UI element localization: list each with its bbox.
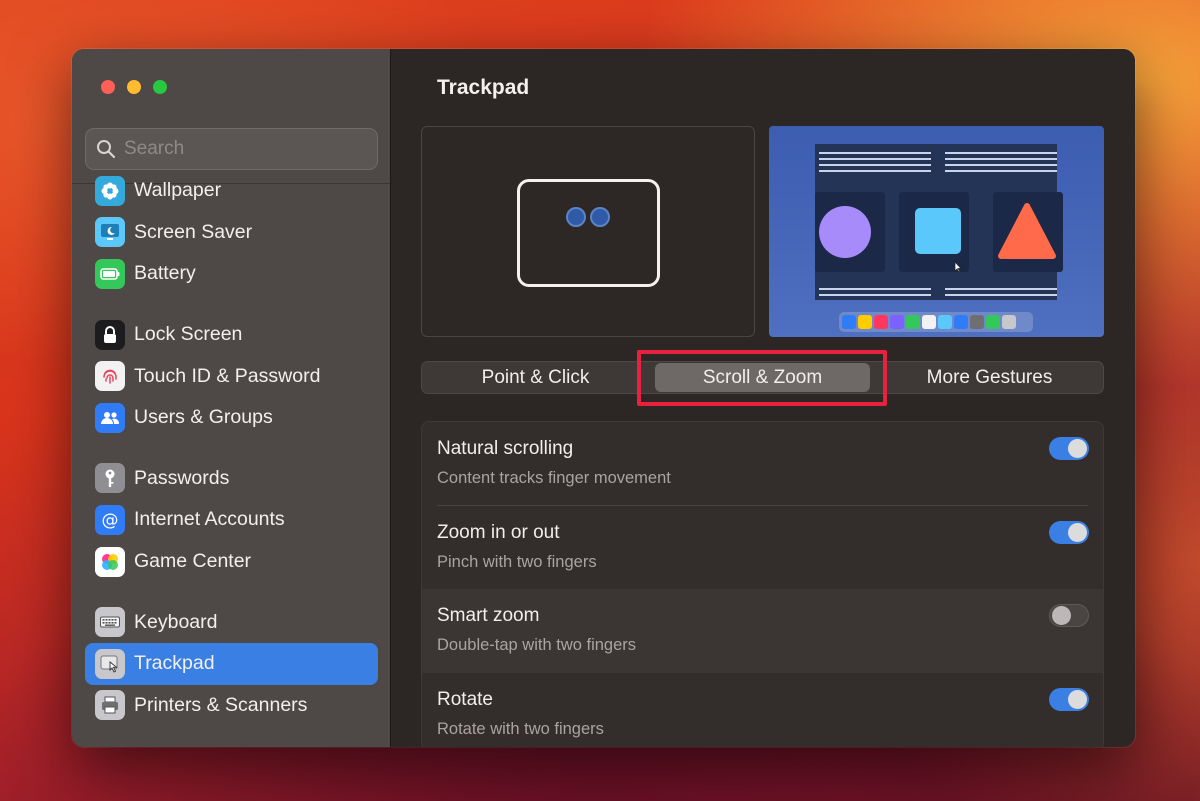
sidebar-item-label: Battery — [134, 262, 196, 285]
tab-scroll-zoom-wrapper: Scroll & Zoom — [649, 362, 876, 393]
search-input[interactable] — [124, 138, 364, 160]
setting-title: Smart zoom — [437, 605, 540, 626]
minimize-window-button[interactable] — [127, 80, 141, 94]
settings-window: Wallpaper Screen Saver Battery Lock Scre… — [72, 49, 1135, 747]
settings-list: Natural scrolling Content tracks finger … — [421, 421, 1104, 747]
sidebar-item-touch-id[interactable]: Touch ID & Password — [85, 355, 378, 397]
trackpad-illustration — [517, 179, 660, 287]
sidebar-item-label: Keyboard — [134, 610, 218, 633]
search-icon — [97, 140, 116, 159]
sidebar-item-label: Trackpad — [134, 652, 215, 675]
gesture-preview-trackpad — [421, 126, 755, 337]
keyboard-icon — [95, 607, 125, 638]
sidebar-item-label: Users & Groups — [134, 406, 273, 429]
fingerprint-icon — [95, 361, 125, 392]
sidebar-item-label: Game Center — [134, 550, 252, 573]
setting-title: Zoom in or out — [437, 521, 560, 543]
at-icon: @ — [95, 504, 125, 535]
users-icon — [95, 402, 125, 433]
sidebar-item-battery[interactable]: Battery — [85, 253, 378, 295]
sidebar-item-label: Printers & Scanners — [134, 693, 308, 716]
trackpad-icon — [95, 648, 125, 679]
sidebar-item-label: Lock Screen — [134, 323, 243, 346]
tab-scroll-zoom[interactable]: Scroll & Zoom — [655, 363, 870, 392]
battery-icon — [95, 258, 125, 289]
sidebar-item-game-center[interactable]: Game Center — [85, 541, 378, 583]
setting-description: Double-tap with two fingers — [437, 636, 637, 654]
sidebar-item-label: Touch ID & Password — [134, 364, 321, 387]
preview-document — [815, 144, 1063, 300]
preview-dock — [839, 312, 1033, 332]
tab-more-gestures[interactable]: More Gestures — [876, 362, 1103, 393]
setting-description: Content tracks finger movement — [437, 469, 671, 487]
zoom-window-button[interactable] — [153, 80, 167, 94]
setting-title: Rotate — [437, 688, 493, 710]
main-pane: Trackpad Point & Click Scroll & Zoom Mor… — [391, 49, 1135, 747]
rotate-toggle[interactable] — [1049, 687, 1089, 711]
sidebar-item-screen-saver[interactable]: Screen Saver — [85, 212, 378, 254]
gesture-tabs: Point & Click Scroll & Zoom More Gesture… — [421, 361, 1104, 394]
zoom-toggle[interactable] — [1049, 520, 1089, 544]
sidebar-item-printers-scanners[interactable]: Printers & Scanners — [85, 685, 378, 727]
close-window-button[interactable] — [101, 80, 115, 94]
sidebar-item-internet-accounts[interactable]: @ Internet Accounts — [85, 499, 378, 541]
setting-description: Rotate with two fingers — [437, 719, 604, 738]
key-icon — [95, 463, 125, 494]
sidebar: Wallpaper Screen Saver Battery Lock Scre… — [72, 49, 391, 747]
setting-row-smart-zoom: Smart zoom Double-tap with two fingers — [422, 589, 1103, 673]
sidebar-item-label: Passwords — [134, 466, 230, 489]
lock-icon — [95, 319, 125, 350]
sidebar-item-label: Wallpaper — [134, 179, 222, 202]
finger-dot — [566, 207, 586, 227]
sidebar-item-label: Screen Saver — [134, 220, 253, 243]
setting-row-rotate: Rotate Rotate with two fingers — [422, 673, 1103, 748]
finger-dot — [590, 207, 610, 227]
search-field[interactable] — [85, 128, 378, 170]
setting-description: Pinch with two fingers — [437, 552, 597, 571]
natural-scrolling-toggle[interactable] — [1049, 437, 1089, 460]
sidebar-item-wallpaper[interactable]: Wallpaper — [85, 170, 378, 212]
screen-saver-icon — [95, 217, 125, 248]
smart-zoom-toggle[interactable] — [1049, 604, 1089, 627]
sidebar-item-trackpad[interactable]: Trackpad — [85, 642, 378, 685]
svg-text:@: @ — [102, 510, 119, 530]
sidebar-list: Wallpaper Screen Saver Battery Lock Scre… — [85, 174, 378, 726]
tab-point-click[interactable]: Point & Click — [422, 362, 649, 393]
setting-row-zoom: Zoom in or out Pinch with two fingers — [422, 506, 1103, 590]
setting-title: Natural scrolling — [437, 438, 574, 459]
window-controls — [101, 80, 167, 94]
sidebar-item-passwords[interactable]: Passwords — [85, 458, 378, 500]
setting-row-natural-scrolling: Natural scrolling Content tracks finger … — [422, 422, 1103, 506]
sidebar-item-users-groups[interactable]: Users & Groups — [85, 397, 378, 439]
game-center-icon — [95, 546, 125, 577]
sidebar-item-lock-screen[interactable]: Lock Screen — [85, 314, 378, 356]
gesture-preview-screen — [769, 126, 1104, 337]
sidebar-item-label: Internet Accounts — [134, 508, 285, 531]
wallpaper-icon — [95, 175, 125, 206]
sidebar-item-keyboard[interactable]: Keyboard — [85, 601, 378, 643]
page-title: Trackpad — [437, 76, 530, 99]
printer-icon — [95, 690, 125, 721]
